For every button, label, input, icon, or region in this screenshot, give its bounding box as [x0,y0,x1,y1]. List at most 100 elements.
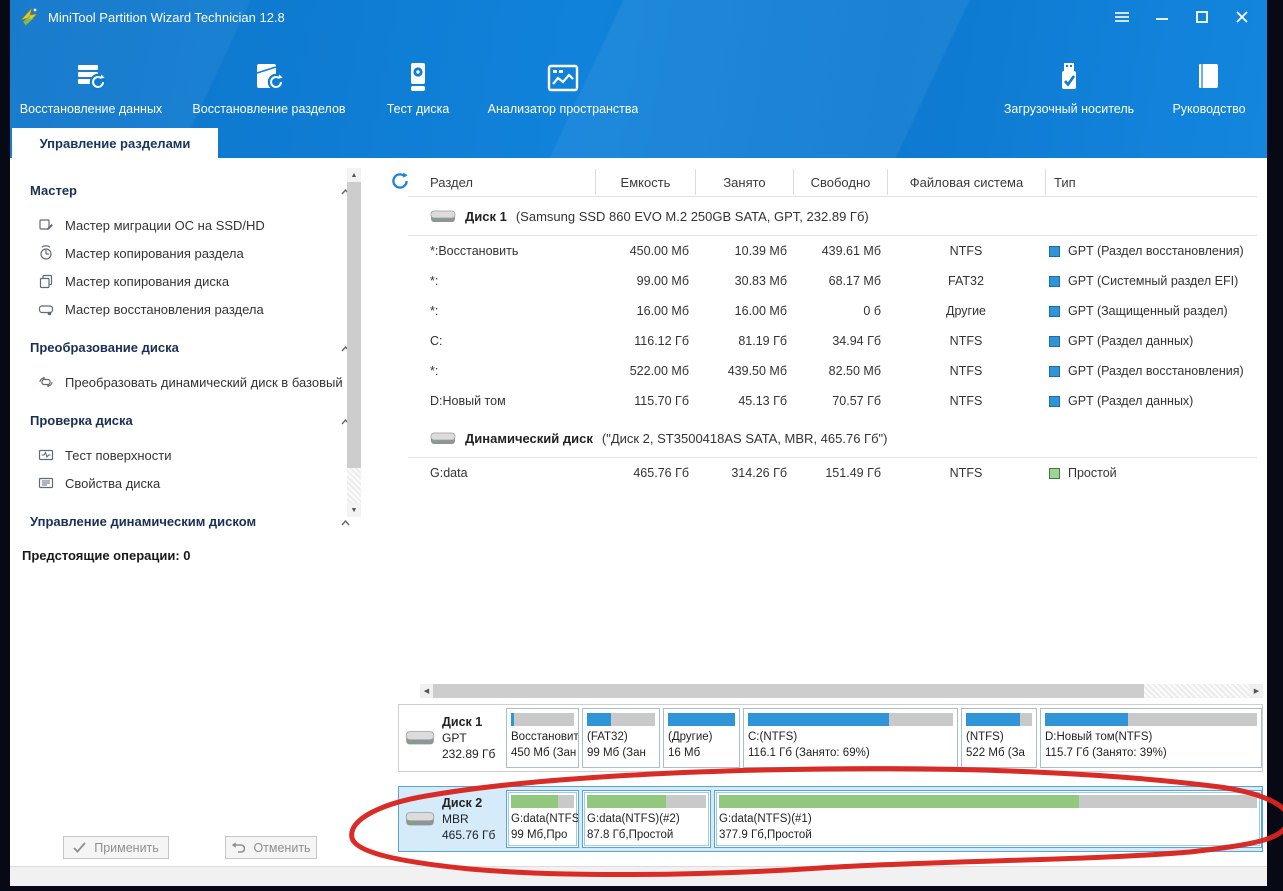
sidebar-item-copy-disk[interactable]: Мастер копирования диска [30,267,378,295]
scrollbar-thumb[interactable] [433,684,1144,698]
disk-group-header-disk2[interactable]: Динамический диск ("Диск 2, ST3500418AS … [408,419,1257,458]
toolbar-data-recovery[interactable]: Восстановление данных [12,36,170,116]
sidebar-item-label: Мастер миграции ОС на SSD/HD [65,218,265,233]
sidebar-item-convert-dynamic-disk[interactable]: Преобразовать динамический диск в базовы… [30,368,378,396]
disk-properties-icon [38,475,54,491]
sidebar-section-check-disk[interactable]: Проверка диска [30,413,350,428]
toolbar-space-analyzer[interactable]: Анализатор пространства [474,36,652,116]
apply-button[interactable]: Применить [63,836,169,859]
disk-icon [430,431,456,446]
minimize-button[interactable] [1149,6,1175,28]
sidebar-section-wizard[interactable]: Мастер [30,183,350,198]
column-header[interactable]: Занято [695,169,793,195]
user-manual-icon [1194,59,1224,93]
sidebar-item-disk-properties[interactable]: Свойства диска [30,469,378,497]
column-header[interactable]: Емкость [595,169,695,195]
diskmap-block[interactable]: C:(NTFS) 116.1 Гб (Занято: 69%) [743,708,958,768]
diskmap-block[interactable]: G:data(NTFS 99 Мб,Про [506,790,579,848]
partition-table-panel: Раздел Емкость Занято Свободно Файловая … [378,158,1267,866]
check-icon [73,842,86,853]
partition-row[interactable]: G:data 465.76 Гб 314.26 Гб 151.49 Гб NTF… [408,458,1257,488]
partition-row[interactable]: *: 522.00 Мб 439.50 Мб 82.50 Мб NTFS GPT… [408,356,1257,386]
scroll-left-icon[interactable]: ◀ [420,684,433,698]
section-title: Преобразование диска [30,340,179,355]
sidebar-item-migrate-os[interactable]: Мастер миграции ОС на SSD/HD [30,211,378,239]
toolbar-label: Восстановление данных [20,102,162,116]
diskmap-disk1-row[interactable]: Диск 1 GPT 232.89 Гб Восстановить 450 Мб… [398,704,1263,772]
type-legend-square [1049,396,1060,407]
disk-name: Динамический диск [465,431,593,446]
type-legend-square [1049,468,1060,479]
table-header: Раздел Емкость Занято Свободно Файловая … [408,168,1257,196]
sidebar-section-dynamic-disk[interactable]: Управление динамическим диском [30,514,350,529]
type-legend-square [1049,336,1060,347]
status-bar [10,866,1267,886]
toolbar-disk-test[interactable]: Тест диска [368,36,468,116]
toolbar-label: Руководство [1172,102,1245,116]
refresh-icon[interactable] [390,171,410,191]
partition-recovery-icon [253,59,285,93]
diskmap-block[interactable]: D:Новый том(NTFS) 115.7 Гб (Занято: 39%) [1040,708,1262,768]
partition-row[interactable]: D:Новый том 115.70 Гб 45.13 Гб 70.57 Гб … [408,386,1257,416]
section-title: Проверка диска [30,413,133,428]
sidebar-item-restore-partition[interactable]: Мастер восстановления раздела [30,295,378,323]
sidebar-item-label: Мастер восстановления раздела [65,302,264,317]
data-recovery-icon [75,59,107,93]
sidebar-scrollbar[interactable]: ▲ ▼ [347,168,361,517]
column-header[interactable]: Раздел [408,169,595,195]
minitool-logo-icon [18,6,40,28]
toolbar-label: Загрузочный носитель [1004,102,1134,116]
disk-name: Диск 1 [465,209,507,224]
column-header[interactable]: Свободно [793,169,887,195]
toolbar-user-manual[interactable]: Руководство [1153,36,1265,116]
diskmap-block[interactable]: (Другие) 16 Мб [663,708,740,768]
sidebar-item-copy-partition[interactable]: Мастер копирования раздела [30,239,378,267]
diskmap-block[interactable]: G:data(NTFS)(#1) 377.9 Гб,Простой [714,790,1262,848]
menu-icon[interactable] [1109,6,1135,28]
scroll-up-icon[interactable]: ▲ [347,168,361,182]
disk-info: ("Диск 2, ST3500418AS SATA, MBR, 465.76 … [602,431,888,446]
cancel-button[interactable]: Отменить [225,836,317,859]
disk2-label[interactable]: Диск 2 MBR 465.76 Гб [405,787,505,851]
maximize-button[interactable] [1189,6,1215,28]
migrate-os-icon [38,217,54,233]
diskmap-disk2-row[interactable]: Диск 2 MBR 465.76 Гб G:data(NTFS 99 Мб,П… [398,786,1263,852]
type-legend-square [1049,366,1060,377]
convert-disk-icon [38,374,54,390]
undo-icon [231,842,245,853]
sidebar-item-surface-test[interactable]: Тест поверхности [30,441,378,469]
type-legend-square [1049,276,1060,287]
sidebar-item-label: Тест поверхности [65,448,171,463]
partition-row[interactable]: *: 99.00 Мб 30.83 Мб 68.17 Мб FAT32 GPT … [408,266,1257,296]
partition-row[interactable]: *: 16.00 Мб 16.00 Мб 0 б Другие GPT (Защ… [408,296,1257,326]
partition-row[interactable]: *:Восстановить 450.00 Мб 10.39 Мб 439.61… [408,236,1257,266]
scrollbar-thumb[interactable] [347,182,361,468]
diskmap-block[interactable]: G:data(NTFS)(#2) 87.8 Гб,Простой [582,790,711,848]
copy-disk-icon [38,273,54,289]
diskmap-block[interactable]: (FAT32) 99 Мб (Зан [582,708,660,768]
disk-group-header-disk1[interactable]: Диск 1 (Samsung SSD 860 EVO M.2 250GB SA… [408,197,1257,236]
section-title: Управление динамическим диском [30,514,256,529]
column-header[interactable]: Файловая система [887,169,1045,195]
partition-row[interactable]: C: 116.12 Гб 81.19 Гб 34.94 Гб NTFS GPT … [408,326,1257,356]
disk-info: (Samsung SSD 860 EVO M.2 250GB SATA, GPT… [516,209,869,224]
scroll-down-icon[interactable]: ▼ [347,503,361,517]
disk-test-icon [402,59,434,93]
diskmap-block[interactable]: Восстановить 450 Мб (Зан [506,708,579,768]
sidebar-item-label: Свойства диска [65,476,160,491]
disk-icon [405,810,435,828]
disk1-label[interactable]: Диск 1 GPT 232.89 Гб [405,705,505,771]
toolbar-partition-recovery[interactable]: Восстановление разделов [176,36,362,116]
diskmap-block[interactable]: (NTFS) 522 Мб (За [961,708,1037,768]
tab-label: Управление разделами [40,136,191,151]
diskmap-horizontal-scrollbar[interactable]: ◀ ▶ [420,684,1263,698]
app-window: MiniTool Partition Wizard Technician 12.… [10,0,1267,886]
close-button[interactable] [1229,6,1255,28]
copy-partition-icon [38,245,54,261]
sidebar-section-convert-disk[interactable]: Преобразование диска [30,340,350,355]
scroll-right-icon[interactable]: ▶ [1250,684,1263,698]
column-header[interactable]: Тип [1045,169,1257,195]
space-analyzer-icon [546,59,580,93]
tab-partition-management[interactable]: Управление разделами [12,128,218,158]
toolbar-bootable-media[interactable]: Загрузочный носитель [999,36,1139,116]
